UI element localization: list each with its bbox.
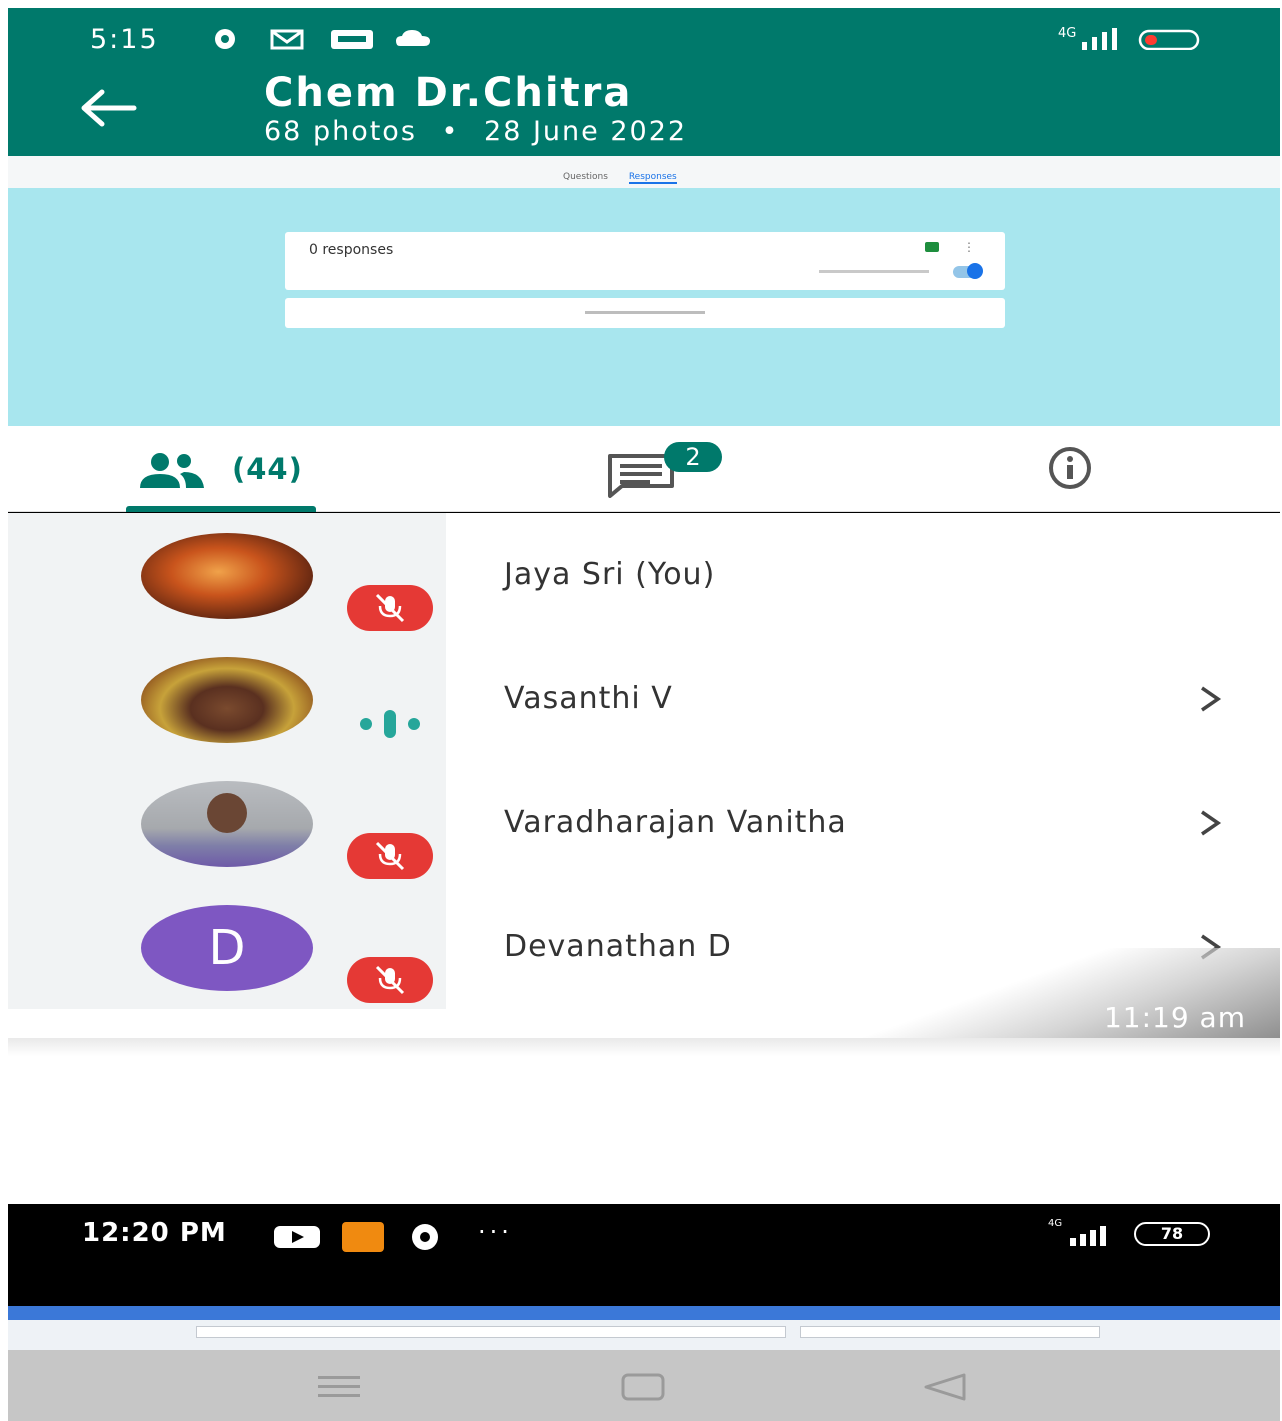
chrome-icon	[412, 1224, 438, 1250]
album-title: Chem Dr.Chitra	[264, 70, 633, 116]
gallery-header: 5:15 4G Chem Dr.Chitra 68 photos • 28 Ju…	[8, 8, 1280, 156]
mic-off-icon	[375, 841, 405, 871]
responses-card: 0 responses ⋮	[285, 232, 1005, 290]
active-tab-indicator	[126, 506, 316, 512]
browser-search[interactable]	[800, 1326, 1100, 1338]
tab-chat[interactable]: 2	[606, 442, 726, 502]
mic-off-icon	[375, 593, 405, 623]
signal-icon	[1082, 28, 1117, 50]
browser-toolbar	[8, 1306, 1280, 1350]
subtitle-separator: •	[441, 116, 460, 147]
avatar	[141, 533, 313, 619]
forms-tab-strip: Questions Responses	[8, 156, 1280, 188]
notification-app-icon	[342, 1222, 384, 1252]
screenshot-frame: 5:15 4G Chem Dr.Chitra 68 photos • 28 Ju…	[8, 8, 1280, 1421]
participant-list: Jaya Sri (You) Vasanthi V Varadharajan V…	[8, 513, 1280, 1009]
photo-timestamp: 11:19 am	[1103, 1001, 1246, 1034]
android-nav-bar	[8, 1350, 1280, 1421]
accepting-responses-label	[819, 270, 929, 273]
status-bar: 5:15 4G	[8, 8, 1280, 68]
more-notifications-icon: ···	[478, 1218, 513, 1246]
meet-tab-bar: (44) 2	[8, 426, 1280, 512]
response-count: 0 responses	[309, 242, 394, 258]
chevron-right-icon[interactable]	[1198, 685, 1224, 713]
youtube-icon	[274, 1226, 320, 1248]
photo-count: 68 photos	[264, 116, 417, 147]
list-divider	[8, 1038, 1280, 1056]
back-arrow-icon[interactable]	[78, 88, 138, 128]
participant-row[interactable]: Varadharajan Vanitha	[8, 761, 1280, 885]
people-count: (44)	[232, 452, 303, 486]
browser-tabs[interactable]	[8, 1306, 1280, 1320]
tab-people[interactable]: (44)	[126, 440, 316, 512]
sms-icon	[331, 30, 373, 49]
tab-responses[interactable]: Responses	[628, 172, 677, 184]
participant-row[interactable]: Jaya Sri (You)	[8, 513, 1280, 637]
waiting-card	[285, 298, 1005, 328]
sheets-icon[interactable]	[925, 242, 939, 252]
avatar	[141, 781, 313, 867]
more-options-icon[interactable]: ⋮	[963, 240, 975, 254]
tab-questions[interactable]: Questions	[563, 172, 608, 182]
network-type: 4G	[1048, 1218, 1063, 1229]
mic-off-indicator	[347, 957, 433, 1003]
address-bar[interactable]	[196, 1326, 786, 1338]
chat-unread-badge: 2	[664, 442, 722, 472]
cloud-icon	[396, 30, 430, 46]
home-icon[interactable]	[620, 1372, 666, 1402]
mic-off-indicator	[347, 833, 433, 879]
mic-off-indicator	[347, 585, 433, 631]
accepting-toggle[interactable]	[953, 263, 983, 279]
people-icon	[140, 453, 204, 488]
avatar	[141, 657, 313, 743]
forms-tabs: Questions Responses	[563, 172, 695, 184]
speaking-indicator-icon	[360, 710, 420, 738]
waiting-for-responses-label	[585, 311, 705, 314]
participant-name: Varadharajan Vanitha	[504, 805, 847, 840]
album-subtitle: 68 photos • 28 June 2022	[264, 116, 687, 147]
menu-icon[interactable]	[316, 1372, 362, 1402]
signal-icon	[1070, 1226, 1106, 1246]
participant-name: Jaya Sri (You)	[504, 557, 716, 592]
album-date: 28 June 2022	[484, 116, 688, 147]
info-icon[interactable]	[1032, 446, 1108, 490]
network-type: 4G	[1058, 26, 1077, 41]
back-icon[interactable]	[922, 1372, 968, 1402]
avatar: D	[141, 905, 313, 991]
battery-low-icon	[1138, 29, 1200, 50]
participant-name: Vasanthi V	[504, 681, 673, 716]
forms-background: 0 responses ⋮	[8, 188, 1280, 478]
participant-row[interactable]: Vasanthi V	[8, 637, 1280, 761]
status-time: 5:15	[90, 24, 159, 55]
participant-name: Devanathan D	[504, 929, 732, 964]
mic-off-icon	[375, 965, 405, 995]
status-bar-secondary: 12:20 PM ··· 4G 78	[8, 1204, 1280, 1306]
chrome-icon	[215, 29, 235, 49]
battery-level: 78	[1134, 1222, 1210, 1246]
status-time-secondary: 12:20 PM	[82, 1218, 227, 1248]
photo-timestamp-overlay: 11:19 am	[828, 948, 1280, 1038]
gmail-icon	[270, 29, 304, 50]
chevron-right-icon[interactable]	[1198, 809, 1224, 837]
